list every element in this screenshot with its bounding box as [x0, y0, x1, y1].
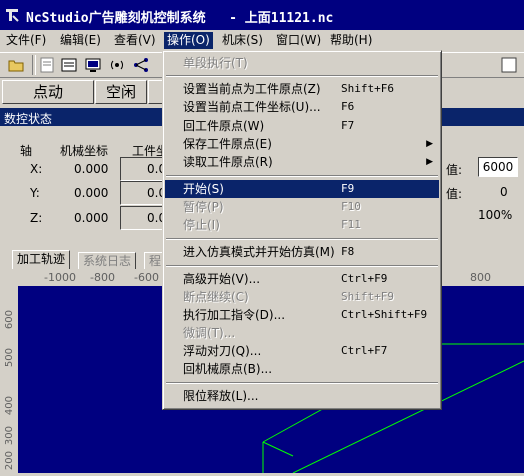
toolbar-divider — [32, 55, 36, 75]
ruler-tick: 600 — [4, 310, 15, 330]
menu-item-single-step[interactable]: 单段执行(T) — [165, 54, 439, 72]
menu-separator — [166, 238, 438, 240]
feed-rate-label: 值: — [446, 163, 463, 177]
ruler-tick: 500 — [4, 348, 15, 368]
menu-item-advanced-start[interactable]: 高级开始(V)... Ctrl+F9 — [165, 270, 439, 288]
checkbox-icon[interactable] — [500, 56, 518, 74]
list-icon[interactable] — [60, 56, 78, 74]
ruler-tick: 300 — [4, 426, 15, 446]
menu-separator — [166, 75, 438, 77]
menu-machine[interactable]: 机床(S) — [219, 32, 266, 49]
app-logo-icon — [6, 9, 19, 22]
menu-item-simulate[interactable]: 进入仿真模式并开始仿真(M) F8 — [165, 243, 439, 261]
menu-item-return-work-origin[interactable]: 回工件原点(W) F7 — [165, 117, 439, 135]
signal-icon[interactable] — [108, 56, 126, 74]
vertical-ruler: 600 500 400 300 200 — [0, 286, 18, 473]
menu-item-save-work-origin[interactable]: 保存工件原点(E) ▶ — [165, 135, 439, 153]
ruler-tick: 800 — [470, 271, 491, 284]
menu-item-set-work-origin[interactable]: 设置当前点为工件原点(Z) Shift+F6 — [165, 80, 439, 98]
menu-separator — [166, 175, 438, 177]
open-folder-icon[interactable] — [8, 56, 26, 74]
spindle-label: 值: — [446, 187, 463, 201]
axis-x-label: X: — [30, 162, 43, 176]
menu-separator — [166, 265, 438, 267]
document-icon[interactable] — [38, 56, 56, 74]
monitor-icon[interactable] — [84, 56, 102, 74]
axis-column-header: 轴 — [20, 144, 33, 158]
tab-machining-path[interactable]: 加工轨迹 — [12, 250, 71, 270]
spindle-value: 0 — [500, 185, 508, 199]
submenu-arrow-icon: ▶ — [426, 157, 433, 167]
menu-item-resume-breakpoint[interactable]: 断点继续(C) Shift+F9 — [165, 288, 439, 306]
idle-status-button[interactable]: 空闲 — [95, 80, 147, 104]
machine-coord-header: 机械坐标 — [60, 144, 109, 158]
ruler-tick: -800 — [90, 271, 115, 284]
menu-view[interactable]: 查看(V) — [111, 32, 159, 49]
menu-item-load-work-origin[interactable]: 读取工件原点(R) ▶ — [165, 153, 439, 171]
menu-operation[interactable]: 操作(O) — [164, 32, 213, 49]
ruler-tick: -600 — [134, 271, 159, 284]
menu-separator — [166, 382, 438, 384]
menu-item-set-work-coords[interactable]: 设置当前点工件坐标(U)... F6 — [165, 98, 439, 116]
menu-item-return-machine-origin[interactable]: 回机械原点(B)... — [165, 360, 439, 378]
menu-edit[interactable]: 编辑(E) — [57, 32, 104, 49]
menu-item-pause[interactable]: 暂停(P) F10 — [165, 198, 439, 216]
ruler-tick: -1000 — [44, 271, 76, 284]
menu-item-limit-release[interactable]: 限位释放(L)... — [165, 387, 439, 405]
tab-system-log[interactable]: 系统日志 — [78, 252, 137, 270]
override-percent: 100% — [478, 208, 513, 222]
menu-help[interactable]: 帮助(H) — [327, 32, 375, 49]
submenu-arrow-icon: ▶ — [426, 139, 433, 149]
title-bar: NcStudio广告雕刻机控制系统 - 上面11121.nc — [0, 0, 524, 30]
menu-bar: 文件(F) 编辑(E) 查看(V) 操作(O) 机床(S) 窗口(W) 帮助(H… — [0, 30, 524, 51]
axis-y-label: Y: — [30, 186, 40, 200]
window-title: NcStudio广告雕刻机控制系统 - 上面11121.nc — [26, 11, 334, 26]
axis-z-machine: 0.000 — [74, 211, 109, 225]
menu-item-execute-command[interactable]: 执行加工指令(D)... Ctrl+Shift+F9 — [165, 306, 439, 324]
menu-file[interactable]: 文件(F) — [3, 32, 49, 49]
menu-item-fine-tune[interactable]: 微调(T)... — [165, 324, 439, 342]
axis-z-label: Z: — [30, 211, 43, 225]
menu-item-start[interactable]: 开始(S) F9 — [165, 180, 439, 198]
axis-x-machine: 0.000 — [74, 162, 109, 176]
feed-rate-value[interactable]: 6000 — [478, 157, 518, 177]
network-icon[interactable] — [132, 56, 150, 74]
axis-y-machine: 0.000 — [74, 186, 109, 200]
jog-mode-button[interactable]: 点动 — [2, 80, 94, 104]
menu-item-floating-tool-setting[interactable]: 浮动对刀(Q)... Ctrl+F7 — [165, 342, 439, 360]
menu-item-stop[interactable]: 停止(I) F11 — [165, 216, 439, 234]
ruler-tick: 400 — [4, 396, 15, 416]
ruler-tick: 200 — [4, 451, 15, 471]
menu-window[interactable]: 窗口(W) — [273, 32, 324, 49]
status-panel-title: 数控状态 — [4, 112, 53, 126]
operation-menu-dropdown: 单段执行(T) 设置当前点为工件原点(Z) Shift+F6 设置当前点工件坐标(… — [162, 50, 442, 410]
